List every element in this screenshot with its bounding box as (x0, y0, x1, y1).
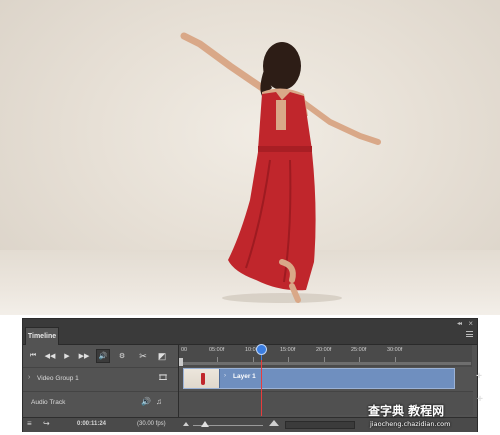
playhead-line[interactable] (261, 360, 262, 416)
work-area-bar[interactable] (181, 362, 471, 365)
play-icon[interactable]: ▶ (60, 349, 74, 363)
site-watermark: 查字典 教程网 jiaocheng.chazidian.com (368, 402, 496, 432)
render-video-icon[interactable]: ≡ (27, 419, 32, 428)
music-note-icon[interactable]: ♫ (156, 397, 162, 406)
audio-track-label: Audio Track (31, 399, 66, 406)
horizontal-scrollbar[interactable] (285, 421, 355, 429)
clip-label: Layer 1 (233, 373, 256, 380)
ruler-tick-label: 30:00f (387, 347, 403, 353)
close-icon[interactable]: × (468, 319, 473, 328)
transition-icon[interactable]: ◩ (155, 349, 169, 363)
watermark-url: jiaocheng.chazidian.com (370, 420, 451, 428)
panel-tab-bar: Timeline ◂◂ × (23, 319, 477, 345)
panel-menu-icon[interactable] (466, 331, 473, 337)
time-ruler[interactable]: 00 05:00f 10:00f 15:00f 20:00f 25:00f 30… (178, 345, 472, 367)
zoom-slider-thumb[interactable] (201, 421, 209, 427)
audio-track-header[interactable]: Audio Track 🔊 ♫ (23, 391, 178, 415)
go-to-first-frame-icon[interactable]: ⏮ (26, 349, 40, 363)
clip-expand-chevron-icon[interactable]: › (224, 373, 226, 379)
settings-gear-icon[interactable]: ⚙ (115, 349, 129, 363)
video-clip-layer-1[interactable]: › Layer 1 (183, 368, 455, 389)
speaker-icon[interactable]: 🔊 (141, 397, 151, 406)
ruler-tick-label: 15:00f (280, 347, 296, 353)
ruler-tick-label: 25:00f (351, 347, 367, 353)
current-timecode: 0:00:11:24 (77, 421, 107, 427)
transport-controls: ⏮ ◀◀ ▶ ▶▶ 🔊 ⚙ ✂ ◩ (23, 345, 178, 367)
ruler-tick-label: 20:00f (316, 347, 332, 353)
clip-thumbnail (184, 369, 220, 388)
ruler-tick-label: 00 (181, 347, 188, 353)
zoom-in-icon[interactable] (269, 420, 279, 426)
work-area-start-handle[interactable] (179, 358, 183, 366)
playhead-handle[interactable] (256, 344, 267, 355)
previous-frame-icon[interactable]: ◀◀ (43, 349, 57, 363)
next-frame-icon[interactable]: ▶▶ (77, 349, 91, 363)
convert-to-frame-animation-icon[interactable]: ↪ (43, 419, 50, 428)
video-group-track-header[interactable]: › Video Group 1 🎞 (23, 367, 178, 391)
dancer-thumbnail (201, 373, 205, 385)
film-strip-icon[interactable]: 🎞 (158, 373, 168, 382)
add-media-plus-icon[interactable]: + (476, 371, 482, 382)
zoom-out-icon[interactable] (183, 422, 189, 426)
dancer-figure (180, 32, 381, 303)
video-frame-preview (0, 0, 500, 315)
expand-chevron-icon[interactable]: › (28, 374, 30, 381)
tab-timeline[interactable]: Timeline (25, 327, 59, 345)
ruler-tick-label: 05:00f (209, 347, 225, 353)
split-at-playhead-icon[interactable]: ✂ (136, 349, 150, 363)
watermark-logo: 查字典 教程网 (368, 404, 445, 418)
collapse-panel-icon[interactable]: ◂◂ (457, 320, 462, 327)
video-group-label: Video Group 1 (37, 375, 79, 382)
frame-rate-label: (30.00 fps) (137, 421, 166, 427)
audio-toggle-icon[interactable]: 🔊 (96, 349, 110, 363)
